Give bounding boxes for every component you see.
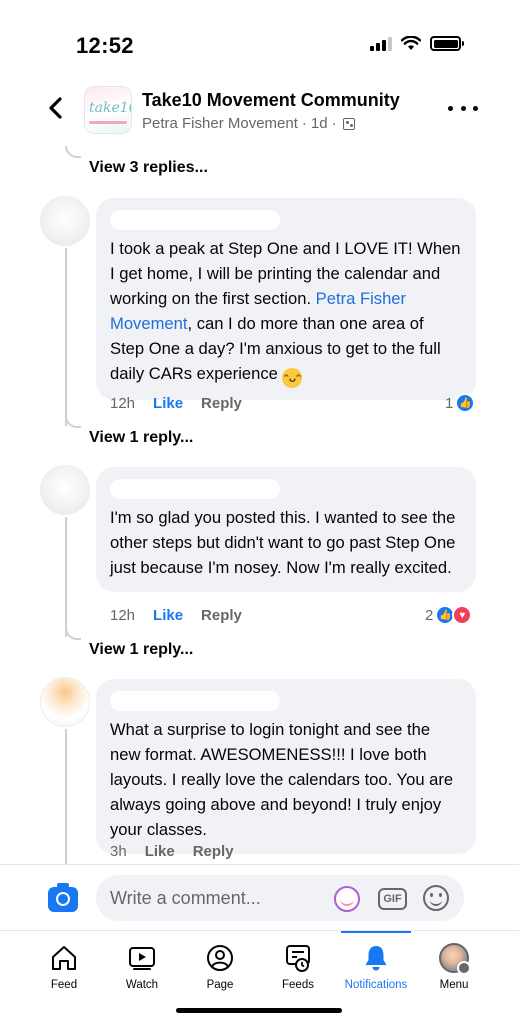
post-age: 1d <box>310 115 328 132</box>
like-button[interactable]: Like <box>153 395 183 412</box>
group-header: take10 Take10 Movement Community Petra F… <box>0 82 519 142</box>
wifi-icon <box>401 36 421 50</box>
tab-watch[interactable]: Watch <box>102 931 182 997</box>
video-icon <box>129 947 155 970</box>
tab-label: Watch <box>125 979 159 991</box>
comment-bubble[interactable]: Vanessa Smith What a surprise to login t… <box>96 679 476 854</box>
comment-input[interactable] <box>96 875 464 921</box>
battery-icon <box>430 36 464 51</box>
emoji-icon[interactable] <box>423 885 449 911</box>
home-icon <box>52 946 76 970</box>
reaction-count: 1 <box>445 394 454 412</box>
tab-label: Feeds <box>282 979 314 991</box>
love-reaction-icon: ♥ <box>452 605 473 625</box>
reaction-count: 2 <box>425 606 434 624</box>
comment-composer: GIF <box>0 864 519 930</box>
bell-icon <box>365 946 387 971</box>
comment-time: 3h <box>110 843 127 860</box>
tab-page[interactable]: Page <box>180 931 260 997</box>
view-replies-link[interactable]: View 3 replies... <box>89 159 208 177</box>
gif-button[interactable]: GIF <box>378 888 407 910</box>
tab-label: Feed <box>50 979 78 991</box>
comment-actions: 3h Like Reply <box>110 843 234 860</box>
commenter-avatar[interactable] <box>40 196 90 246</box>
like-button[interactable]: Like <box>145 843 175 860</box>
reply-button[interactable]: Reply <box>201 607 242 624</box>
comment-actions: 12h Like Reply <box>110 395 242 412</box>
comment-time: 12h <box>110 395 136 412</box>
thread-line <box>65 729 67 864</box>
reply-button[interactable]: Reply <box>201 395 242 412</box>
commenter-avatar[interactable] <box>40 465 90 515</box>
view-replies-link[interactable]: View 1 reply... <box>89 641 193 659</box>
status-time: 12:52 <box>76 33 134 58</box>
more-options-button[interactable] <box>448 98 478 118</box>
menu-hamburger-icon <box>457 961 471 975</box>
comment-bubble[interactable]: Alisa Johnson Drury I took a peak at Ste… <box>96 198 476 400</box>
comment-actions: 12h Like Reply <box>110 607 242 624</box>
comment-bubble[interactable]: Alisa Johnson Drury I'm so glad you post… <box>96 467 476 592</box>
profile-avatar <box>439 943 471 975</box>
comment-author[interactable]: Alisa Johnson Drury <box>110 479 280 499</box>
comment-author[interactable]: Vanessa Smith <box>110 691 280 711</box>
tab-menu[interactable]: Menu <box>414 931 494 997</box>
back-arrow-icon[interactable] <box>44 94 68 122</box>
like-reaction-icon: 👍 <box>455 393 476 413</box>
tab-feed[interactable]: Feed <box>24 931 104 997</box>
reaction-summary[interactable]: 2 👍 ♥ <box>425 605 473 625</box>
view-replies-link[interactable]: View 1 reply... <box>89 429 193 447</box>
page-name[interactable]: Petra Fisher Movement <box>142 115 298 132</box>
thread-connector <box>65 416 81 428</box>
reply-button[interactable]: Reply <box>193 843 234 860</box>
tab-label: Notifications <box>344 979 408 991</box>
comment-text: I'm so glad you posted this. I wanted to… <box>110 508 456 577</box>
tab-label: Menu <box>439 979 469 991</box>
status-icons <box>370 36 464 51</box>
thread-connector <box>65 628 81 640</box>
commenter-avatar[interactable] <box>40 677 90 727</box>
thread-connector <box>65 146 81 158</box>
cellular-signal-icon <box>370 36 392 51</box>
tab-feeds[interactable]: Feeds <box>258 931 338 997</box>
meta-separator: · <box>301 115 307 132</box>
comment-time: 12h <box>110 607 136 624</box>
avatar-sticker-icon[interactable] <box>334 886 360 912</box>
tab-notifications[interactable]: Notifications <box>336 931 416 997</box>
meta-separator: · <box>331 115 337 132</box>
post-meta: Petra Fisher Movement · 1d · <box>142 115 355 132</box>
group-name[interactable]: Take10 Movement Community <box>142 90 400 111</box>
grinning-face-emoji-icon: ᵔᴗᵔ <box>282 368 303 388</box>
group-avatar[interactable]: take10 <box>84 86 132 134</box>
tab-label: Page <box>206 979 234 991</box>
status-bar: 12:52 <box>0 0 519 72</box>
camera-icon[interactable] <box>48 883 78 912</box>
comment-text: What a surprise to login tonight and see… <box>110 720 454 839</box>
like-button[interactable]: Like <box>153 607 183 624</box>
page-profile-icon <box>207 945 233 971</box>
thread-line <box>65 517 67 637</box>
comment-author[interactable]: Alisa Johnson Drury <box>110 210 280 230</box>
group-privacy-icon <box>342 117 355 130</box>
feeds-clock-icon <box>286 945 310 972</box>
comment-text: I took a peak at Step One and I LOVE IT!… <box>110 236 462 388</box>
group-logo-text: take10 <box>89 100 131 116</box>
reaction-summary[interactable]: 1 👍 <box>445 393 476 413</box>
home-indicator <box>176 1008 342 1013</box>
thread-line <box>65 248 67 426</box>
